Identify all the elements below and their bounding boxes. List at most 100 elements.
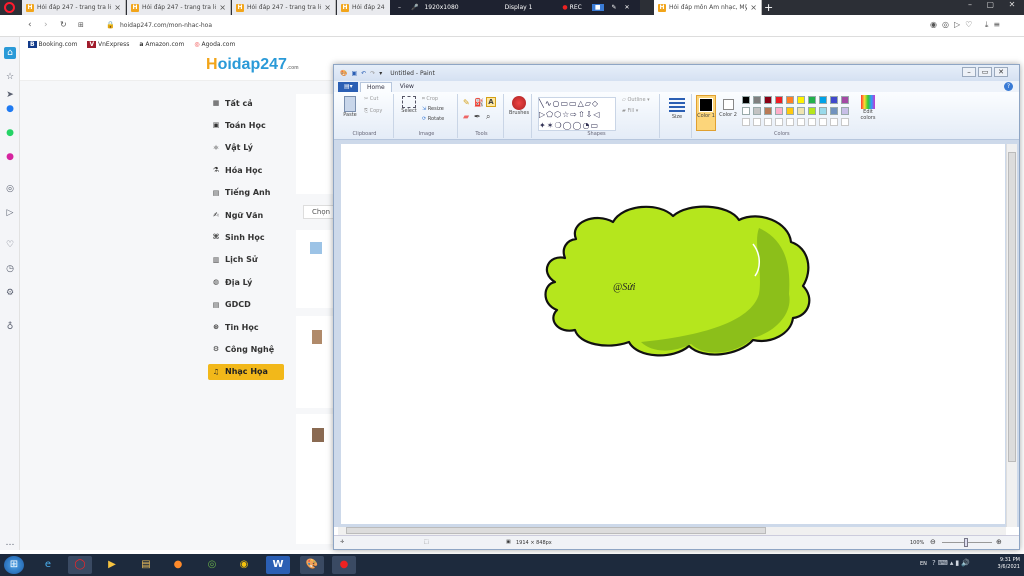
send-icon[interactable]: ▷ <box>4 207 16 219</box>
app-icon[interactable]: ◎ <box>200 556 224 574</box>
crop-button[interactable]: ⌗ Crop <box>422 96 438 102</box>
new-tab-button[interactable]: + <box>764 1 773 14</box>
palette-color-swatch[interactable] <box>797 107 805 115</box>
firefox-icon[interactable]: ● <box>166 556 190 574</box>
browser-tab[interactable]: H Hỏi đáp 247 - trang tra lời × <box>22 0 126 15</box>
text-icon[interactable]: A <box>486 97 496 107</box>
custom-color-slot[interactable] <box>786 118 794 126</box>
opera-taskbar-icon[interactable]: ◯ <box>68 556 92 574</box>
more-icon[interactable]: … <box>4 537 16 549</box>
fill-button[interactable]: ▰ Fill ▾ <box>622 108 638 114</box>
palette-color-swatch[interactable] <box>830 107 838 115</box>
browser-action-icons[interactable]: ◉◎▷♡ ⤓≡ <box>930 20 1005 30</box>
rec-dot-icon[interactable]: ● <box>562 4 567 11</box>
paint-taskbar-icon[interactable]: 🎨 <box>300 556 324 574</box>
subject-item[interactable]: ◍ Địa Lý <box>208 274 284 290</box>
copy-button[interactable]: ⎘ Copy <box>364 108 382 114</box>
custom-color-slot[interactable] <box>797 118 805 126</box>
scroll-thumb[interactable] <box>346 527 766 534</box>
subject-item[interactable]: ▤ Tiếng Anh <box>208 185 284 201</box>
palette-color-swatch[interactable] <box>764 96 772 104</box>
browser-tab[interactable]: H Hỏi đáp 24 <box>337 0 391 15</box>
palette-color-swatch[interactable] <box>786 96 794 104</box>
subject-item[interactable]: ⊛ Tin Học <box>208 319 284 335</box>
rec-label[interactable]: REC <box>570 4 582 11</box>
explorer-icon[interactable]: ▤ <box>134 556 158 574</box>
custom-color-slot[interactable] <box>819 118 827 126</box>
site-logo[interactable]: Hoidap247.com <box>206 56 299 74</box>
color1-button[interactable]: Color 1 <box>696 95 716 131</box>
fill-icon[interactable]: ⛽ <box>474 98 484 107</box>
word-icon[interactable]: W <box>266 556 290 574</box>
palette-color-swatch[interactable] <box>808 96 816 104</box>
palette-color-swatch[interactable] <box>819 96 827 104</box>
close-tab-icon[interactable]: × <box>114 3 121 12</box>
palette-color-swatch[interactable] <box>742 107 750 115</box>
redo-icon[interactable]: ↷ <box>370 70 375 77</box>
minimize-button[interactable]: – <box>962 67 976 77</box>
recorder-taskbar-icon[interactable]: ● <box>332 556 356 574</box>
close-recorder-icon[interactable]: ✕ <box>625 4 630 11</box>
edit-colors-button[interactable]: Edit colors <box>858 95 878 121</box>
maximize-button[interactable]: ▭ <box>978 67 992 77</box>
zoom-in-button[interactable]: ⊕ <box>996 538 1002 546</box>
resize-button[interactable]: ⇲ Resize <box>422 106 444 112</box>
bookmark-agoda[interactable]: ◎ Agoda.com <box>194 41 235 48</box>
custom-color-slot[interactable] <box>775 118 783 126</box>
close-button[interactable]: ✕ <box>994 67 1008 77</box>
subject-item[interactable]: ▣ Toán Học <box>208 117 284 133</box>
palette-color-swatch[interactable] <box>819 107 827 115</box>
question-card[interactable] <box>296 230 336 308</box>
palette-color-swatch[interactable] <box>742 96 750 104</box>
browser-tab-active[interactable]: H Hỏi đáp môn Âm nhạc, Mỹ × <box>654 0 762 15</box>
history-icon[interactable]: ◷ <box>4 263 16 275</box>
subject-item[interactable]: ⚛ Vật Lý <box>208 140 284 156</box>
horizontal-scrollbar[interactable] <box>338 527 1006 535</box>
scroll-thumb[interactable] <box>1008 152 1016 462</box>
help-icon[interactable]: ? <box>1004 82 1013 91</box>
instagram-icon[interactable]: ● <box>4 151 16 163</box>
palette-color-swatch[interactable] <box>830 96 838 104</box>
custom-color-slot[interactable] <box>830 118 838 126</box>
grid-icon[interactable]: ⊞ <box>78 21 84 29</box>
stop-icon[interactable]: ■ <box>591 4 604 11</box>
palette-color-swatch[interactable] <box>808 107 816 115</box>
minimize-icon[interactable]: – <box>398 4 401 11</box>
window-controls[interactable]: – ▢ ✕ <box>968 0 1021 9</box>
zoom-out-button[interactable]: ⊖ <box>930 538 936 546</box>
paste-button[interactable]: Paste <box>340 96 360 118</box>
file-menu-button[interactable]: ▤▾ <box>338 82 358 92</box>
custom-color-slot[interactable] <box>841 118 849 126</box>
zoom-slider[interactable] <box>942 538 992 547</box>
palette-color-swatch[interactable] <box>841 107 849 115</box>
language-indicator[interactable]: EN <box>920 561 927 567</box>
subject-item[interactable]: ⌘ Sinh Học <box>208 229 284 245</box>
palette-color-swatch[interactable] <box>797 96 805 104</box>
bookmark-vnexpress[interactable]: V VnExpress <box>87 40 129 48</box>
pencil-icon[interactable]: ✎ <box>463 98 470 107</box>
close-tab-icon[interactable]: × <box>219 3 226 12</box>
whatsapp-icon[interactable]: ● <box>4 127 16 139</box>
home-icon[interactable]: ⌂ <box>4 47 16 59</box>
tray-icons[interactable]: ?⌨▴▮🔊 <box>932 559 972 567</box>
cut-button[interactable]: ✂ Cut <box>364 96 378 102</box>
save-icon[interactable]: ▣ <box>351 70 357 77</box>
custom-color-slot[interactable] <box>753 118 761 126</box>
palette-color-swatch[interactable] <box>753 107 761 115</box>
vertical-scrollbar[interactable] <box>1006 144 1017 527</box>
player-icon[interactable]: ◎ <box>4 183 16 195</box>
opera-logo-icon[interactable] <box>4 2 15 13</box>
subject-item[interactable]: ▥ Lịch Sử <box>208 252 284 268</box>
subject-item[interactable]: ♫ Nhạc Họa <box>208 363 284 380</box>
media-player-icon[interactable]: ▶ <box>100 556 124 574</box>
palette-color-swatch[interactable] <box>841 96 849 104</box>
browser-tab[interactable]: H Hỏi đáp 247 - trang tra lời × <box>127 0 231 15</box>
drawing-canvas[interactable]: @Sửi <box>341 144 1005 524</box>
pen-icon[interactable]: ✎ <box>612 4 617 11</box>
close-tab-icon[interactable]: × <box>750 3 757 12</box>
paint-app-icon[interactable]: 🎨 <box>340 70 347 77</box>
palette-color-swatch[interactable] <box>775 96 783 104</box>
shapes-gallery[interactable]: ╲∿○▭▭△▱◇ ▷⬠⬡☆⇨⇧⇩◁ ✦✶❍◯◯◔▭ <box>538 97 616 131</box>
star-icon[interactable]: ☆ <box>4 71 16 83</box>
subject-item[interactable]: ▦ Tất cả <box>208 95 284 111</box>
